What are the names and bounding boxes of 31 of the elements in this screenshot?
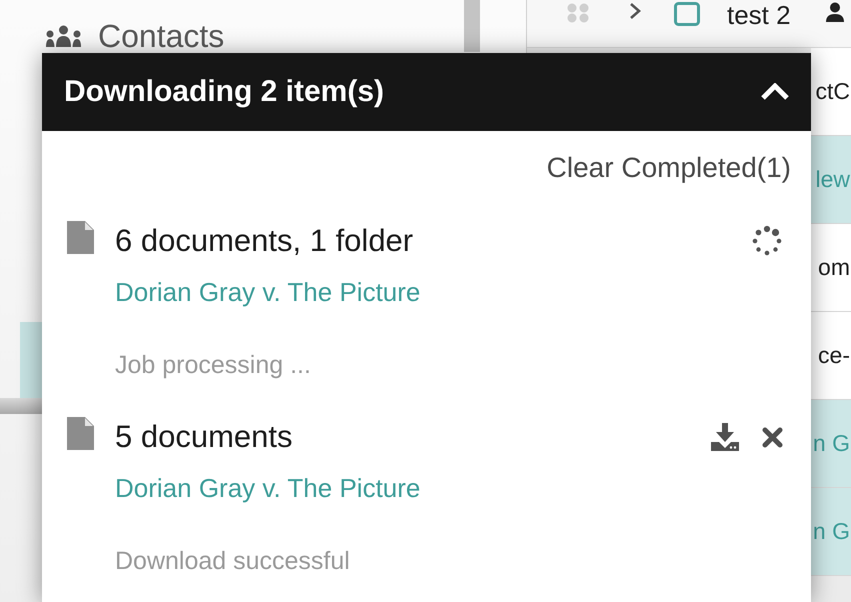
close-icon: [762, 426, 783, 448]
download-button[interactable]: [711, 423, 739, 451]
people-icon: [46, 25, 81, 47]
matter-link[interactable]: Dorian Gray v. The Picture: [115, 275, 420, 309]
item-title: 5 documents: [115, 418, 292, 456]
clear-completed-button[interactable]: Clear Completed(1): [546, 150, 791, 186]
item-name: test 2: [727, 2, 791, 28]
table-cell: n G: [811, 400, 851, 487]
close-button[interactable]: [762, 426, 783, 448]
file-icon: [67, 221, 94, 254]
person-icon[interactable]: [825, 2, 845, 22]
table-cell: ctC: [811, 48, 851, 135]
table-cell: ce-: [811, 312, 851, 399]
status-text: Job processing ...: [115, 350, 311, 381]
item-title: 6 documents, 1 folder: [115, 222, 414, 260]
square-icon: [674, 2, 700, 26]
chevron-icon: [760, 83, 790, 101]
matter-link[interactable]: Dorian Gray v. The Picture: [115, 471, 420, 505]
chevron-right-icon[interactable]: [629, 2, 641, 20]
table-cell: n G: [811, 488, 851, 575]
file-icon: [67, 417, 94, 450]
scrollbar-thumb[interactable]: [464, 0, 480, 52]
drag-handle-icon[interactable]: [567, 3, 589, 23]
spinner-icon: [751, 225, 783, 257]
panel-title: Downloading 2 item(s): [64, 74, 384, 110]
sidebar-item[interactable]: Contacts: [46, 20, 224, 52]
status-text: Download successful: [115, 546, 350, 577]
table-cell: om: [811, 224, 851, 311]
download-icon: [711, 423, 739, 451]
table-cell: lew: [811, 136, 851, 223]
collapse-button[interactable]: [760, 83, 790, 101]
